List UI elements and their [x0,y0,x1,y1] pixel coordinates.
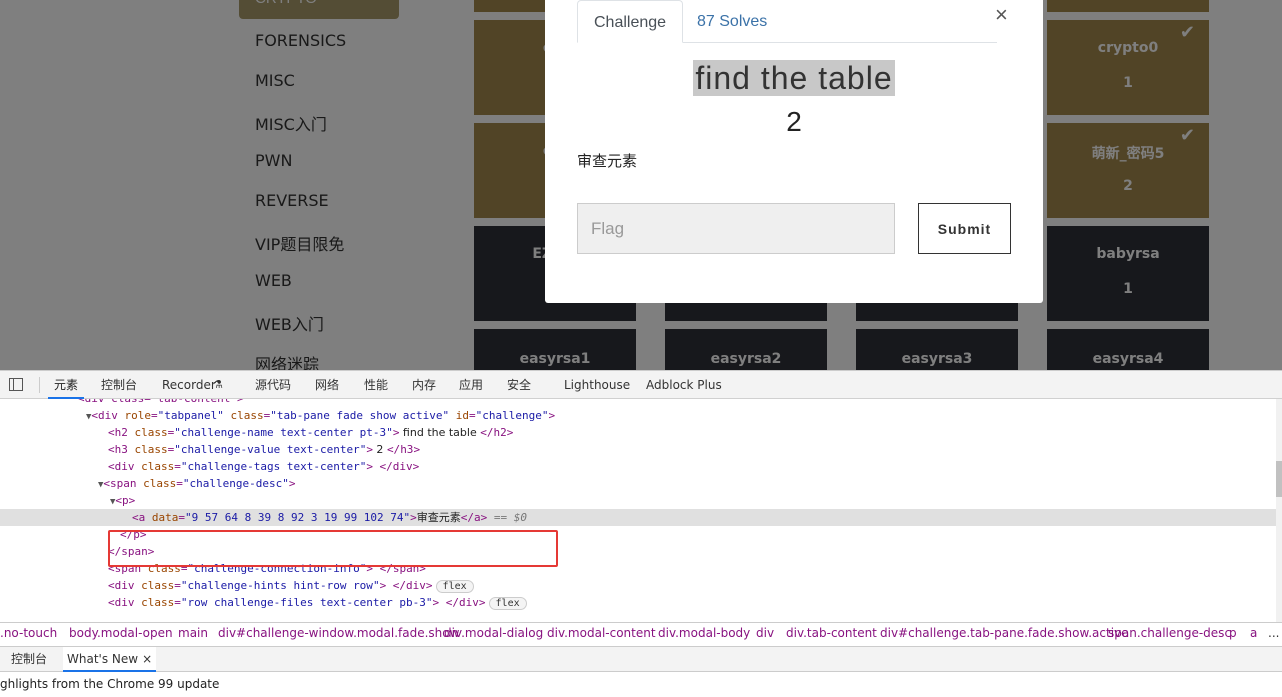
dom-node[interactable]: ▼<p> [0,492,1276,509]
flex-badge[interactable]: flex [435,580,474,593]
dom-node[interactable]: ▼<span class="challenge-desc"> [0,475,1276,492]
drawer-tabs: 控制台 What's New × [0,646,1282,672]
tab-security[interactable]: 安全 [507,371,531,399]
drawer-tab-whats-new[interactable]: What's New × [63,647,157,672]
dom-node[interactable]: <div class="challenge-hints hint-row row… [0,577,1276,594]
challenge-name: find the table [545,60,1043,97]
breadcrumb-item[interactable]: a [1250,623,1257,644]
breadcrumb-item[interactable]: div.modal-body [658,623,750,644]
challenge-name-text: find the table [693,60,895,96]
breadcrumb-item[interactable]: div.modal-content [547,623,656,644]
breadcrumb-overflow[interactable]: ... [1268,623,1279,644]
dom-node[interactable]: <div class="tab-content"> [0,399,1276,407]
tab-network[interactable]: 网络 [315,371,339,399]
dom-node[interactable]: <div class="challenge-tags text-center">… [0,458,1276,475]
breadcrumb-item[interactable]: div.tab-content [786,623,877,644]
dom-node[interactable]: <h2 class="challenge-name text-center pt… [0,424,1276,441]
breadcrumb-item[interactable]: main [178,623,208,644]
dom-node[interactable]: <h3 class="challenge-value text-center">… [0,441,1276,458]
flask-icon: ⚗ [213,378,223,391]
dom-node-selected[interactable]: <a data="9 57 64 8 39 8 92 3 19 99 102 7… [0,509,1276,526]
breadcrumb-item[interactable]: div [756,623,774,644]
devtools-toolbar: 元素 控制台 Recorder ⚗ 源代码 网络 性能 内存 应用 安全 Lig… [0,371,1282,399]
tab-console[interactable]: 控制台 [101,371,137,399]
tab-memory[interactable]: 内存 [412,371,436,399]
close-icon[interactable]: × [995,2,1008,28]
breadcrumb: .no-touch body.modal-open main div#chall… [0,622,1282,644]
drawer-tab-console[interactable]: 控制台 [11,647,47,672]
dom-scrollbar[interactable] [1276,399,1282,625]
tab-elements[interactable]: 元素 [48,371,85,399]
challenge-description-link[interactable]: 审查元素 [577,150,637,171]
breadcrumb-item[interactable]: span.challenge-desc [1108,623,1231,644]
close-icon[interactable]: × [142,652,152,666]
tab-application[interactable]: 应用 [459,371,483,399]
tab-sources[interactable]: 源代码 [255,371,291,399]
modal-tabs: Challenge 87 Solves [577,0,997,43]
breadcrumb-item[interactable]: body.modal-open [69,623,173,644]
toolbar-divider [39,377,40,393]
breadcrumb-item[interactable]: div.modal-dialog [444,623,543,644]
submit-button[interactable]: Submit [918,203,1011,254]
dock-side-icon[interactable] [9,378,23,391]
tab-solves[interactable]: 87 Solves [681,0,783,43]
tab-challenge[interactable]: Challenge [577,0,684,43]
highlight-annotation-box [108,530,558,567]
dom-node[interactable]: <div class="row challenge-files text-cen… [0,594,1276,611]
whats-new-text: ghlights from the Chrome 99 update [0,677,220,691]
flex-badge[interactable]: flex [488,597,527,610]
dom-node[interactable]: ▼<div role="tabpanel" class="tab-pane fa… [0,407,1276,424]
dom-tree: <div class="tab-content"> ▼<div role="ta… [0,399,1276,625]
breadcrumb-item[interactable]: p [1229,623,1237,644]
ctf-page: CRYPTO FORENSICS MISC MISC入门 PWN REVERSE… [0,0,1282,370]
tab-recorder[interactable]: Recorder [162,371,216,399]
breadcrumb-item[interactable]: div#challenge-window.modal.fade.show [218,623,459,644]
devtools-panel: 元素 控制台 Recorder ⚗ 源代码 网络 性能 内存 应用 安全 Lig… [0,370,1282,697]
breadcrumb-item[interactable]: div#challenge.tab-pane.fade.show.active [880,623,1129,644]
tab-lighthouse[interactable]: Lighthouse [564,371,630,399]
drawer-tab-label: What's New [67,652,139,666]
tab-adblock[interactable]: Adblock Plus [646,371,722,399]
challenge-value: 2 [786,106,802,137]
challenge-modal: Challenge 87 Solves × find the table 2 审… [545,0,1043,303]
tab-performance[interactable]: 性能 [364,371,388,399]
scrollbar-thumb[interactable] [1276,461,1282,497]
flag-input[interactable] [577,203,895,254]
breadcrumb-item[interactable]: .no-touch [0,623,57,644]
